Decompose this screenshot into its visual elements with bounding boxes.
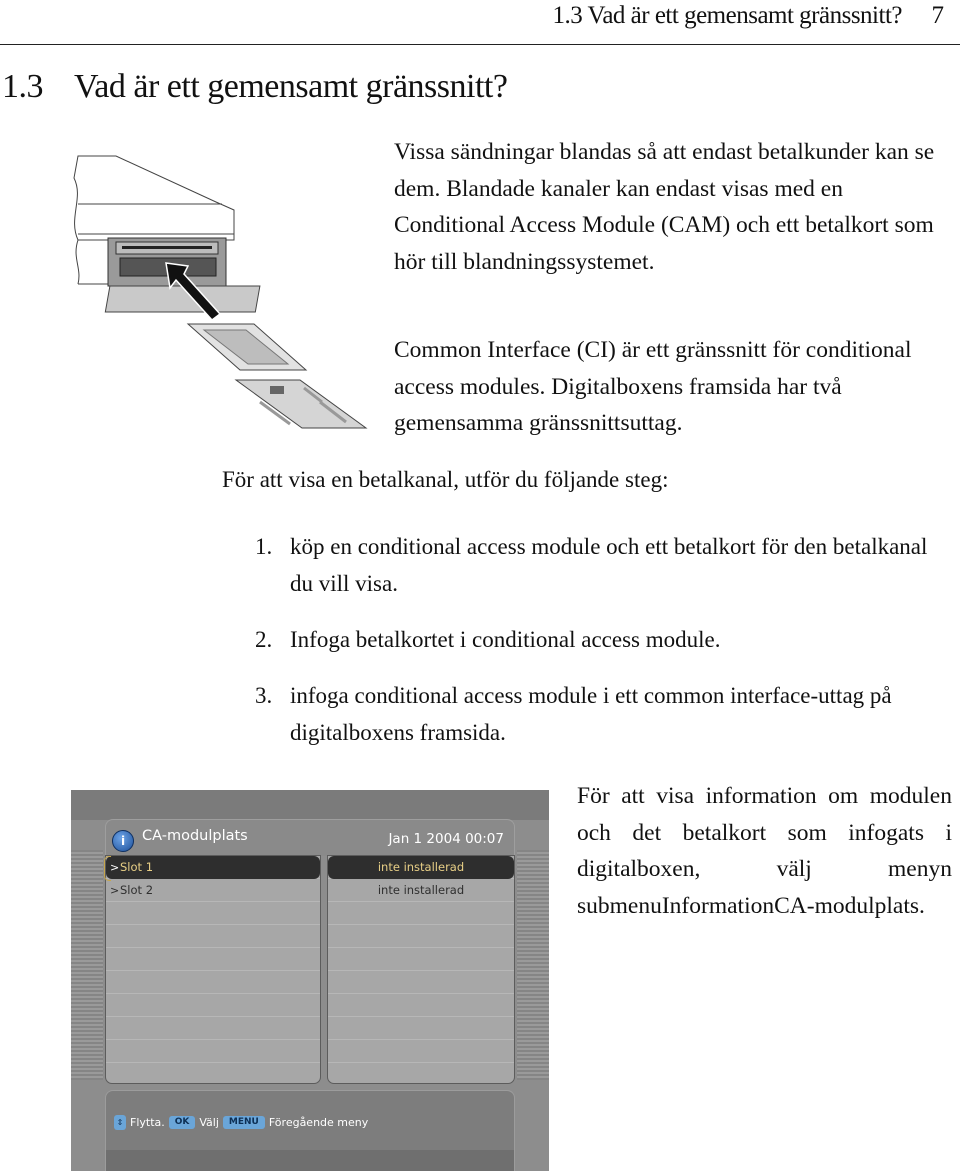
section-number: 1.3 (2, 68, 44, 105)
select-hint: Välj (199, 1116, 219, 1129)
step-item: 3. infoga conditional access module i ett… (255, 677, 955, 751)
slot-label: Slot 2 (120, 883, 154, 897)
screen-datetime: Jan 1 2004 00:07 (388, 831, 504, 847)
footer-lower-band (106, 1150, 514, 1171)
smart-card-icon (234, 379, 368, 429)
slot-list-panel: > Slot 1 > Slot 2 (104, 855, 321, 1084)
running-head-title: 1.3 Vad är ett gemensamt gränssnitt? (552, 2, 902, 29)
running-head: 1.3 Vad är ett gemensamt gränssnitt? 7 (0, 0, 960, 45)
slot-status-row-1: inte installerad (328, 856, 514, 879)
key-hints: ⇕ Flytta. OK Välj MENU Föregående meny (114, 1115, 368, 1130)
side-instruction-text: För att visa information om modulen och … (577, 783, 952, 919)
step-text: infoga conditional access module i ett c… (290, 683, 892, 745)
slot-row-1[interactable]: > Slot 1 (104, 856, 320, 881)
screen-top-band (71, 790, 549, 820)
step-number: 2. (255, 627, 273, 652)
step-item: 2. Infoga betalkortet i conditional acces… (255, 621, 955, 658)
step-number: 1. (255, 534, 273, 559)
step-number: 3. (255, 683, 273, 708)
slot-label: Slot 1 (120, 860, 154, 874)
screen-footer: ⇕ Flytta. OK Välj MENU Föregående meny (105, 1090, 515, 1171)
tv-screen-screenshot: i CA-modulplats Jan 1 2004 00:07 > Slot … (71, 790, 549, 1171)
screen-header: i CA-modulplats Jan 1 2004 00:07 (105, 819, 515, 856)
move-hint: Flytta. (130, 1116, 165, 1129)
paragraph-common-interface: Common Interface (CI) är ett gränssnitt … (394, 337, 912, 436)
steps-list: 1. köp en conditional access module och e… (255, 528, 955, 770)
section-heading: 1.3 Vad är ett gemensamt gränssnitt? (2, 68, 508, 106)
step-text: köp en conditional access module och ett… (290, 534, 928, 596)
chevron-right-icon: > (110, 884, 120, 897)
paragraph-scrambling: Vissa sändningar blandas så att endast b… (394, 139, 935, 275)
slot-status: inte installerad (377, 883, 465, 897)
step-item: 1. köp en conditional access module och e… (255, 528, 955, 602)
cam-insertion-illustration (73, 155, 368, 429)
previous-menu-hint: Föregående meny (268, 1116, 369, 1129)
page-number: 7 (931, 2, 945, 29)
ok-key-icon: OK (168, 1116, 196, 1129)
menu-key-icon: MENU (222, 1116, 265, 1129)
slot-row-2[interactable]: > Slot 2 (106, 879, 320, 902)
slot-status: inte installerad (377, 860, 465, 874)
slot-status-row-2: inte installerad (328, 879, 514, 902)
up-down-arrows-icon: ⇕ (114, 1115, 126, 1130)
screen-stripes-right (517, 850, 549, 1080)
screen-title: CA-modulplats (142, 828, 248, 844)
cam-module-icon (186, 323, 308, 371)
screen-stripes-left (71, 850, 103, 1080)
step-text: Infoga betalkortet i conditional access … (290, 627, 721, 652)
section-title: Vad är ett gemensamt gränssnitt? (74, 68, 508, 105)
slot-status-panel: inte installerad inte installerad (327, 855, 515, 1084)
chevron-right-icon: > (110, 861, 120, 874)
steps-intro: För att visa en betalkanal, utför du föl… (222, 467, 669, 492)
info-icon: i (112, 830, 134, 852)
